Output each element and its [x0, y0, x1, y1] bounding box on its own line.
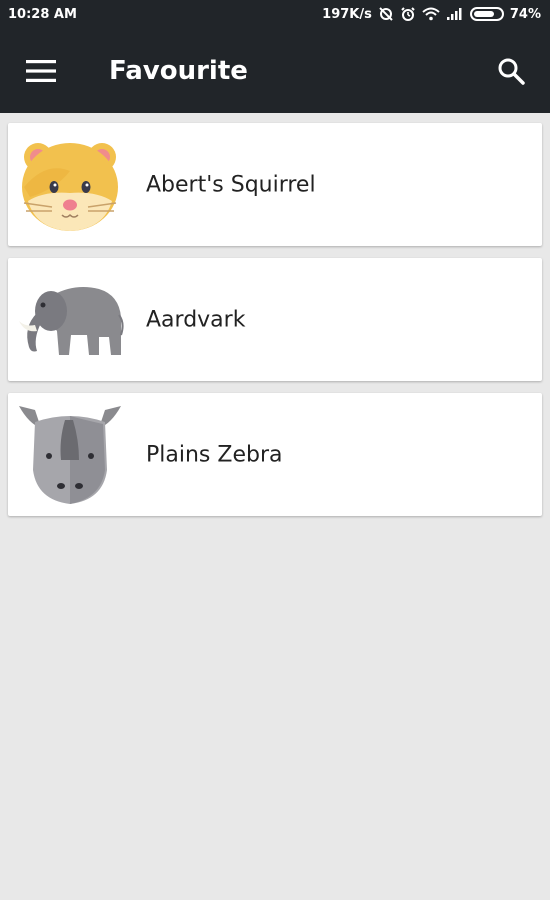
app-bar: Favourite [0, 28, 550, 113]
page-title: Favourite [109, 55, 248, 86]
list-item[interactable]: Aardvark [8, 258, 542, 381]
hamster-face-icon [14, 129, 126, 241]
alarm-icon [400, 6, 416, 22]
search-icon[interactable] [486, 46, 536, 96]
network-speed: 197K/s [322, 6, 372, 22]
hamburger-menu-icon[interactable] [16, 46, 66, 96]
status-icons: 197K/s 74% [322, 6, 541, 22]
animal-name: Plains Zebra [146, 442, 283, 467]
animal-name: Abert's Squirrel [146, 172, 316, 197]
elephant-icon [14, 264, 126, 376]
rhino-face-icon [14, 399, 126, 511]
favourites-list: Abert's Squirrel Aardvark Plains Zebra [0, 113, 550, 516]
status-bar: 10:28 AM 197K/s 74% [0, 0, 550, 28]
battery-percent: 74% [509, 6, 541, 22]
list-item[interactable]: Abert's Squirrel [8, 123, 542, 246]
status-time: 10:28 AM [8, 6, 77, 22]
wifi-icon [422, 7, 440, 21]
list-item[interactable]: Plains Zebra [8, 393, 542, 516]
battery-icon [469, 7, 504, 21]
signal-icon [446, 7, 464, 21]
animal-name: Aardvark [146, 307, 246, 332]
sync-off-icon [378, 6, 394, 22]
